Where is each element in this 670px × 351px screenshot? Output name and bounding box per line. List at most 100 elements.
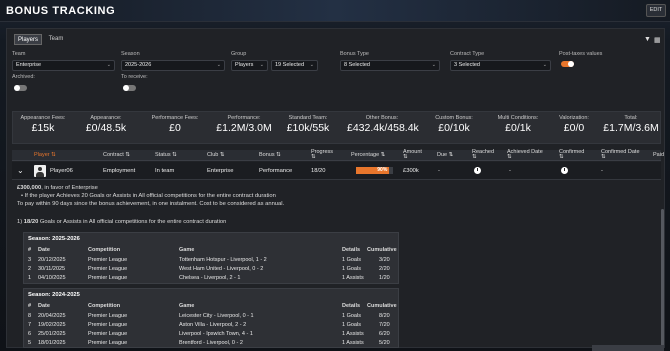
season-label: Season — [121, 51, 140, 57]
col-confirmed-date[interactable]: Confirmed Date ⇅ — [601, 149, 640, 160]
team-select[interactable]: Enterprise ⌄ — [12, 60, 115, 71]
cell-num: 1 — [28, 275, 32, 281]
cell-details: 1 Assists — [342, 331, 364, 337]
summary-custom-bonus: Custom Bonus: £0/10k — [419, 115, 489, 134]
summary-performance-fees: Performance Fees: £0 — [140, 115, 210, 134]
to-receive-toggle[interactable] — [123, 85, 136, 91]
col-achieved-date[interactable]: Achieved Date ⇅ — [507, 149, 543, 160]
cell-num: 6 — [28, 331, 32, 337]
contract-type-select[interactable]: 3 Selected ⌄ — [450, 60, 551, 71]
bonus-type-select[interactable]: 8 Selected ⌄ — [340, 60, 440, 71]
col-label: Reached — [472, 149, 495, 155]
col-game: Game — [179, 303, 195, 309]
col-amount[interactable]: Amount ⇅ — [403, 149, 422, 160]
col-num: # — [28, 303, 32, 309]
col-date: Date — [38, 247, 50, 253]
summary-value: £0 — [169, 122, 181, 134]
bottom-tab[interactable] — [592, 345, 664, 351]
summary-value: £0/48.5k — [85, 122, 127, 134]
filter-icon[interactable]: ▼ — [644, 36, 651, 43]
group-value: Players — [235, 62, 254, 68]
bonus-beneficiary: , in favor of Enterprise — [41, 185, 98, 191]
summary-value: £1.7M/3.6M — [603, 122, 659, 134]
col-club[interactable]: Club ⇅ — [207, 152, 224, 158]
confirmed-date-cell: - — [601, 168, 603, 174]
summary-label: Total: — [624, 115, 638, 121]
club-cell: Enterprise — [207, 168, 234, 174]
table-row: 2 30/11/2025 Premier League West Ham United… — [24, 265, 398, 273]
cell-date: 19/02/2025 — [38, 322, 66, 328]
col-contract[interactable]: Contract ⇅ — [103, 152, 130, 158]
col-status[interactable]: Status ⇅ — [155, 152, 177, 158]
bonus-type-label: Bonus Type — [340, 51, 369, 57]
cell-competition: Premier League — [88, 331, 128, 337]
toggle-knob — [123, 85, 129, 91]
table-row: 6 25/01/2025 Premier League Liverpool - Ips… — [24, 330, 398, 338]
group-players-value: 19 Selected — [275, 62, 305, 68]
summary-valorization: Valorization: £0/0 — [539, 115, 609, 134]
post-taxes-toggle[interactable] — [561, 61, 574, 67]
tab-players[interactable]: Players — [14, 34, 42, 45]
cell-date: 04/10/2025 — [38, 275, 66, 281]
col-bonus[interactable]: Bonus ⇅ — [259, 152, 281, 158]
col-details: Details — [342, 247, 361, 253]
bonus-condition: • If the player Achieves 20 Goals or Ass… — [21, 193, 276, 199]
col-confirmed[interactable]: Confirmed ⇅ — [559, 149, 584, 160]
group-select[interactable]: Players ⌄ — [231, 60, 268, 71]
bonus-amount: £300,000 — [17, 185, 42, 191]
archived-toggle[interactable] — [14, 85, 27, 91]
col-due[interactable]: Due ⇅ — [437, 152, 453, 158]
contract-type-label: Contract Type — [450, 51, 485, 57]
summary-performance: Performance: £1.2M/3.0M — [209, 115, 279, 134]
col-paid[interactable]: Paid — [653, 152, 664, 158]
cell-competition: Premier League — [88, 322, 128, 328]
export-icon[interactable]: ▦ — [654, 36, 661, 44]
season-title: Season: 2025-2026 — [28, 236, 80, 242]
tab-team[interactable]: Team — [45, 34, 67, 45]
season-select[interactable]: 2025-2026 ⌄ — [121, 60, 225, 71]
expand-chevron-icon[interactable]: ⌄ — [17, 166, 24, 175]
cell-num: 8 — [28, 313, 32, 319]
col-competition: Competition — [88, 247, 121, 253]
cell-details: 1 Assists — [342, 340, 364, 346]
condition-text: If the player Achieves 20 Goals or Assis… — [24, 193, 276, 199]
cell-competition: Premier League — [88, 266, 128, 272]
post-taxes-label: Post-taxes values — [559, 51, 603, 57]
col-player[interactable]: Player ⇅ — [34, 152, 56, 158]
cell-cumulative: 5/20 — [379, 340, 390, 346]
edit-button[interactable]: EDIT — [646, 4, 666, 17]
chevron-down-icon: ⌄ — [216, 62, 221, 68]
status-cell: In team — [155, 168, 175, 174]
table-row[interactable]: ⌄ Player06 Employment In team Enterprise… — [12, 162, 661, 180]
summary-label: Performance Fees: — [151, 115, 199, 121]
summary-other-bonus: Other Bonus: £432.4k/458.4k — [347, 115, 419, 134]
page-title: BONUS TRACKING — [6, 5, 116, 17]
cell-details: 1 Goals — [342, 266, 361, 272]
summary-label: Custom Bonus: — [435, 115, 473, 121]
col-progress[interactable]: Progress ⇅ — [311, 149, 334, 160]
col-percentage[interactable]: Percentage ⇅ — [351, 152, 385, 158]
summary-value: £15k — [31, 122, 55, 134]
clock-icon — [474, 167, 481, 174]
summary-bar: Appearance Fees: £15k Appearance: £0/48.5k… — [12, 111, 661, 144]
cell-game: West Ham United - Liverpool, 0 - 2 — [179, 266, 264, 272]
player-name[interactable]: Player06 — [50, 168, 73, 174]
cell-cumulative: 7/20 — [379, 322, 390, 328]
bonus-type-value: 8 Selected — [344, 62, 370, 68]
main-panel: Players Team ▼ ▦ Team Enterprise ⌄ Season… — [6, 28, 665, 348]
col-label: Bonus — [259, 152, 275, 158]
avatar — [34, 165, 46, 177]
cell-num: 3 — [28, 257, 32, 263]
col-label: Status — [155, 152, 171, 158]
cell-cumulative: 6/20 — [379, 331, 390, 337]
col-reached[interactable]: Reached ⇅ — [472, 149, 495, 160]
col-label: Progress — [311, 149, 334, 155]
summary-label: Performance: — [227, 115, 261, 121]
col-label: Paid — [653, 152, 665, 158]
cell-game: Liverpool - Ipswich Town, 4 - 1 — [179, 331, 253, 337]
scrollbar[interactable] — [661, 209, 664, 347]
cell-cumulative: 2/20 — [379, 266, 390, 272]
table-row: 8 20/04/2025 Premier League Leicester City … — [24, 312, 398, 320]
group-players-select[interactable]: 19 Selected ⌄ — [271, 60, 318, 71]
season-value: 2025-2026 — [125, 62, 152, 68]
